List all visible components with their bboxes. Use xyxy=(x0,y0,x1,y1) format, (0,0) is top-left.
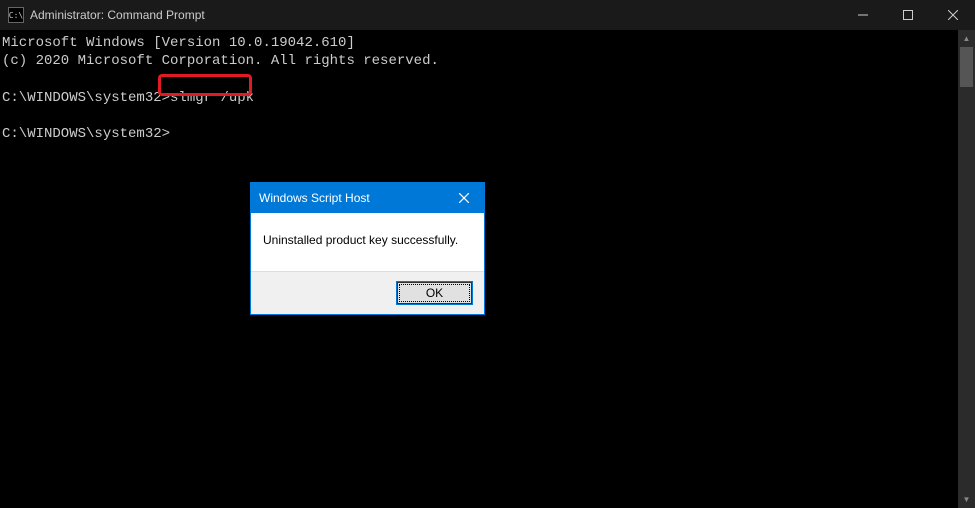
window-title: Administrator: Command Prompt xyxy=(30,8,205,22)
dialog-close-button[interactable] xyxy=(444,183,484,213)
terminal-output[interactable]: Microsoft Windows [Version 10.0.19042.61… xyxy=(0,30,975,508)
scroll-up-arrow[interactable]: ▲ xyxy=(958,30,975,47)
window-controls xyxy=(840,0,975,30)
vertical-scrollbar[interactable]: ▲ ▼ xyxy=(958,30,975,508)
scroll-down-arrow[interactable]: ▼ xyxy=(958,491,975,508)
dialog-titlebar[interactable]: Windows Script Host xyxy=(251,183,484,213)
dialog-title: Windows Script Host xyxy=(259,191,444,205)
dialog-footer: OK xyxy=(251,271,484,314)
dialog-message: Uninstalled product key successfully. xyxy=(251,213,484,271)
version-line: Microsoft Windows [Version 10.0.19042.61… xyxy=(2,35,355,51)
prompt-2-prefix: C:\WINDOWS\system32> xyxy=(2,126,170,142)
titlebar[interactable]: C:\ Administrator: Command Prompt xyxy=(0,0,975,30)
scroll-track[interactable] xyxy=(958,47,975,491)
script-host-dialog: Windows Script Host Uninstalled product … xyxy=(250,182,485,315)
prompt-1-prefix: C:\WINDOWS\system32> xyxy=(2,90,170,106)
maximize-button[interactable] xyxy=(885,0,930,30)
ok-button[interactable]: OK xyxy=(397,282,472,304)
cmd-icon: C:\ xyxy=(8,7,24,23)
close-button[interactable] xyxy=(930,0,975,30)
minimize-button[interactable] xyxy=(840,0,885,30)
copyright-line: (c) 2020 Microsoft Corporation. All righ… xyxy=(2,53,439,69)
prompt-1-command: slmgr /upk xyxy=(170,90,254,106)
scroll-thumb[interactable] xyxy=(960,47,973,87)
cmd-window: C:\ Administrator: Command Prompt Micros… xyxy=(0,0,975,508)
